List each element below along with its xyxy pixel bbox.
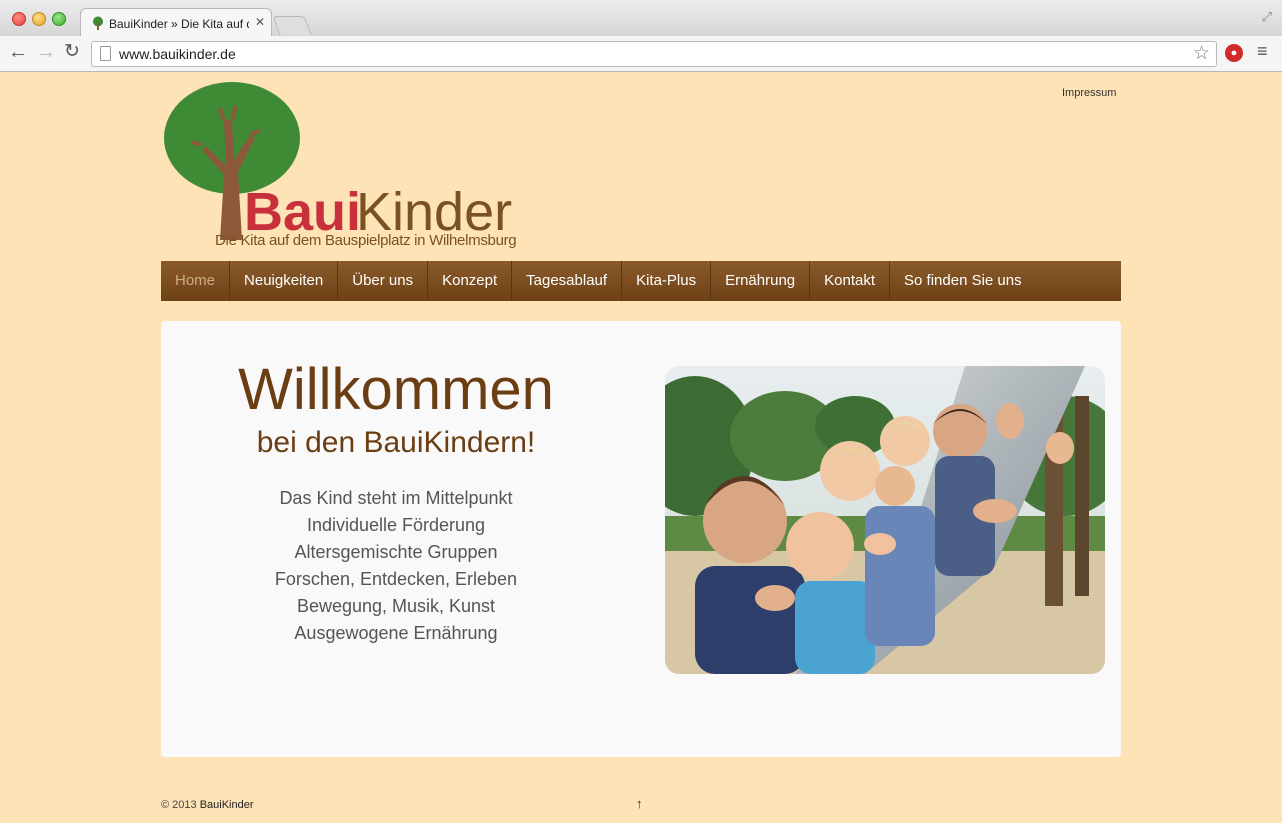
feature-item: Das Kind steht im Mittelpunkt — [279, 488, 513, 508]
copyright-prefix: © 2013 — [161, 799, 200, 811]
nav-item-neuigkeiten[interactable]: Neuigkeiten — [230, 261, 339, 301]
tab-close-icon[interactable]: ✕ — [255, 15, 265, 29]
back-arrow-icon[interactable]: ← — [8, 40, 28, 64]
back-to-top-link[interactable]: ↑ — [636, 796, 643, 811]
footer-copyright: © 2013 BauiKinder — [161, 799, 254, 811]
fullscreen-icon[interactable]: ⤢ — [1262, 9, 1272, 25]
nav-item-home[interactable]: Home — [161, 261, 231, 301]
children-slide-photo — [665, 366, 1105, 674]
window-maximize-button[interactable] — [52, 12, 66, 26]
nav-item-kontakt[interactable]: Kontakt — [810, 261, 891, 301]
welcome-subtitle: bei den BauiKindern! — [256, 426, 536, 459]
logo[interactable]: Baui Kinder Die Kita auf dem Bauspielpla… — [162, 80, 517, 255]
feature-item: Ausgewogene Ernährung — [294, 623, 498, 643]
feature-item: Forschen, Entdecken, Erleben — [274, 569, 518, 589]
nav-item-so-finden-sie-uns[interactable]: So finden Sie uns — [890, 261, 1036, 301]
content-panel: Willkommen bei den BauiKindern! Das Kind… — [161, 321, 1121, 757]
main-navigation: Home Neuigkeiten Über uns Konzept Tagesablau… — [161, 261, 1121, 301]
feature-item: Altersgemischte Gruppen — [294, 542, 498, 562]
copyright-name[interactable]: BauiKinder — [200, 799, 254, 811]
tree-favicon-icon — [93, 16, 103, 30]
browser-toolbar: ← → ↻ www.bauikinder.de ☆ ● ≡ — [0, 36, 1282, 72]
address-bar[interactable]: www.bauikinder.de ☆ — [91, 41, 1217, 67]
nav-item-kita-plus[interactable]: Kita-Plus — [622, 261, 712, 301]
impressum-link[interactable]: Impressum — [1062, 87, 1116, 99]
tab-title: BauiKinder » Die Kita auf dem Bauspielpl… — [109, 17, 249, 31]
nav-item-ernährung[interactable]: Ernährung — [711, 261, 811, 301]
window-minimize-button[interactable] — [32, 12, 46, 26]
tree-logo-icon: Baui Kinder — [164, 82, 512, 242]
window-close-button[interactable] — [12, 12, 26, 26]
page-icon — [100, 46, 111, 61]
browser-tab[interactable]: BauiKinder » Die Kita auf dem Bauspielpl… — [80, 8, 272, 37]
welcome-title: Willkommen — [238, 357, 554, 422]
extension-icon[interactable]: ● — [1225, 44, 1243, 62]
browser-menu-icon[interactable]: ≡ — [1257, 41, 1268, 62]
url-text[interactable]: www.bauikinder.de — [119, 46, 236, 62]
reload-icon[interactable]: ↻ — [64, 40, 80, 64]
logo-tagline: Die Kita auf dem Bauspielplatz in Wilhel… — [215, 232, 517, 249]
feature-item: Bewegung, Musik, Kunst — [296, 596, 496, 616]
bookmark-star-icon[interactable]: ☆ — [1193, 42, 1210, 65]
new-tab-button[interactable] — [272, 16, 312, 35]
feature-list: Das Kind steht im Mittelpunkt Individuel… — [161, 485, 631, 647]
page-viewport: Impressum Baui Kinder Die Kita auf dem B… — [0, 72, 1282, 823]
forward-arrow-icon[interactable]: → — [36, 40, 56, 64]
nav-item-tagesablauf[interactable]: Tagesablauf — [512, 261, 623, 301]
feature-item: Individuelle Förderung — [306, 515, 486, 535]
nav-item-konzept[interactable]: Konzept — [428, 261, 513, 301]
browser-titlebar: BauiKinder » Die Kita auf dem Bauspielpl… — [0, 0, 1282, 37]
nav-item-über-uns[interactable]: Über uns — [338, 261, 429, 301]
